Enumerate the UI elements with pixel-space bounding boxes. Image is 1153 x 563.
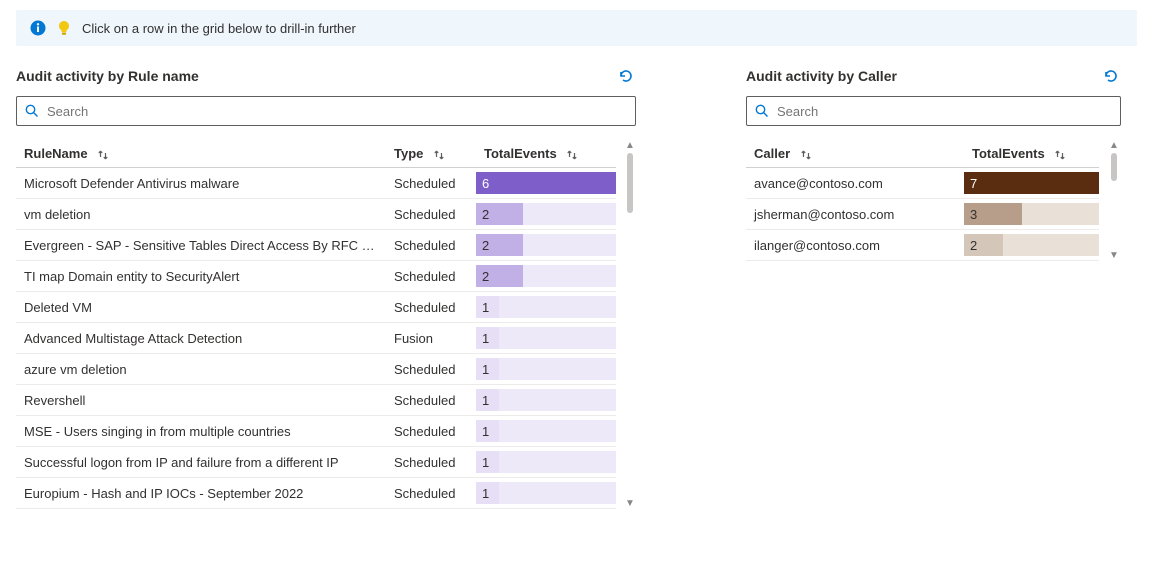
- table-row[interactable]: Successful logon from IP and failure fro…: [16, 447, 616, 478]
- cell-rulename: vm deletion: [16, 199, 386, 230]
- col-header-rulename[interactable]: RuleName: [16, 140, 386, 168]
- cell-totalevents: 1: [476, 292, 616, 323]
- cell-rulename: Microsoft Defender Antivirus malware: [16, 168, 386, 199]
- cell-type: Scheduled: [386, 199, 476, 230]
- lightbulb-icon: [56, 20, 72, 36]
- scroll-thumb[interactable]: [1111, 153, 1117, 181]
- search-input[interactable]: [45, 103, 627, 120]
- scroll-up-icon[interactable]: ▲: [625, 140, 635, 151]
- sort-icon: [1054, 149, 1066, 161]
- table-row[interactable]: Microsoft Defender Antivirus malwareSche…: [16, 168, 616, 199]
- cell-rulename: TI map Domain entity to SecurityAlert: [16, 261, 386, 292]
- cell-totalevents: 3: [964, 199, 1099, 230]
- table-row[interactable]: TI map Domain entity to SecurityAlertSch…: [16, 261, 616, 292]
- cell-totalevents: 7: [964, 168, 1099, 199]
- cell-totalevents: 1: [476, 416, 616, 447]
- undo-button[interactable]: [1101, 66, 1121, 86]
- cell-rulename: Europium - Hash and IP IOCs - September …: [16, 478, 386, 509]
- panel-audit-by-caller: Audit activity by Caller Caller: [746, 66, 1121, 509]
- search-icon: [25, 104, 39, 118]
- cell-type: Scheduled: [386, 478, 476, 509]
- table-row[interactable]: azure vm deletionScheduled1: [16, 354, 616, 385]
- cell-type: Scheduled: [386, 292, 476, 323]
- cell-totalevents: 1: [476, 447, 616, 478]
- table-row[interactable]: Evergreen - SAP - Sensitive Tables Direc…: [16, 230, 616, 261]
- cell-totalevents: 1: [476, 323, 616, 354]
- cell-rulename: Evergreen - SAP - Sensitive Tables Direc…: [16, 230, 386, 261]
- table-row[interactable]: ilanger@contoso.com2: [746, 230, 1099, 261]
- cell-totalevents: 2: [964, 230, 1099, 261]
- table-row[interactable]: RevershellScheduled1: [16, 385, 616, 416]
- cell-totalevents: 2: [476, 261, 616, 292]
- col-header-caller[interactable]: Caller: [746, 140, 964, 168]
- sort-icon: [800, 149, 812, 161]
- table-row[interactable]: Advanced Multistage Attack DetectionFusi…: [16, 323, 616, 354]
- table-row[interactable]: avance@contoso.com7: [746, 168, 1099, 199]
- cell-type: Scheduled: [386, 385, 476, 416]
- cell-rulename: Deleted VM: [16, 292, 386, 323]
- panel-title: Audit activity by Caller: [746, 68, 897, 84]
- cell-totalevents: 1: [476, 385, 616, 416]
- search-input[interactable]: [775, 103, 1112, 120]
- panel-title: Audit activity by Rule name: [16, 68, 199, 84]
- table-row[interactable]: Europium - Hash and IP IOCs - September …: [16, 478, 616, 509]
- cell-totalevents: 2: [476, 199, 616, 230]
- cell-totalevents: 1: [476, 478, 616, 509]
- table-row[interactable]: jsherman@contoso.com3: [746, 199, 1099, 230]
- info-text: Click on a row in the grid below to dril…: [82, 21, 356, 36]
- scroll-down-icon[interactable]: ▼: [625, 498, 635, 509]
- scroll-up-icon[interactable]: ▲: [1109, 140, 1119, 151]
- caller-table: Caller TotalEvents avance@contoso.com7js…: [746, 140, 1099, 261]
- cell-type: Scheduled: [386, 354, 476, 385]
- cell-caller: jsherman@contoso.com: [746, 199, 964, 230]
- cell-type: Scheduled: [386, 416, 476, 447]
- cell-totalevents: 2: [476, 230, 616, 261]
- info-bar: Click on a row in the grid below to dril…: [16, 10, 1137, 46]
- col-header-totalevents[interactable]: TotalEvents: [964, 140, 1099, 168]
- cell-rulename: azure vm deletion: [16, 354, 386, 385]
- table-row[interactable]: MSE - Users singing in from multiple cou…: [16, 416, 616, 447]
- cell-totalevents: 1: [476, 354, 616, 385]
- col-header-totalevents[interactable]: TotalEvents: [476, 140, 616, 168]
- scroll-down-icon[interactable]: ▼: [1109, 250, 1119, 261]
- scrollbar[interactable]: ▲ ▼: [1107, 140, 1121, 261]
- cell-rulename: Revershell: [16, 385, 386, 416]
- search-icon: [755, 104, 769, 118]
- undo-button[interactable]: [616, 66, 636, 86]
- table-row[interactable]: vm deletionScheduled2: [16, 199, 616, 230]
- cell-type: Scheduled: [386, 168, 476, 199]
- col-header-type[interactable]: Type: [386, 140, 476, 168]
- cell-type: Scheduled: [386, 447, 476, 478]
- cell-totalevents: 6: [476, 168, 616, 199]
- sort-icon: [97, 149, 109, 161]
- cell-type: Fusion: [386, 323, 476, 354]
- cell-rulename: Successful logon from IP and failure fro…: [16, 447, 386, 478]
- cell-type: Scheduled: [386, 230, 476, 261]
- cell-rulename: Advanced Multistage Attack Detection: [16, 323, 386, 354]
- scrollbar[interactable]: ▲ ▼: [624, 140, 636, 509]
- sort-icon: [433, 149, 445, 161]
- cell-rulename: MSE - Users singing in from multiple cou…: [16, 416, 386, 447]
- rule-table: RuleName Type TotalEvents: [16, 140, 616, 509]
- cell-caller: avance@contoso.com: [746, 168, 964, 199]
- search-box[interactable]: [16, 96, 636, 126]
- table-row[interactable]: Deleted VMScheduled1: [16, 292, 616, 323]
- sort-icon: [566, 149, 578, 161]
- scroll-thumb[interactable]: [627, 153, 633, 213]
- cell-type: Scheduled: [386, 261, 476, 292]
- panel-audit-by-rule: Audit activity by Rule name RuleName: [16, 66, 636, 509]
- info-icon: [30, 20, 46, 36]
- cell-caller: ilanger@contoso.com: [746, 230, 964, 261]
- search-box[interactable]: [746, 96, 1121, 126]
